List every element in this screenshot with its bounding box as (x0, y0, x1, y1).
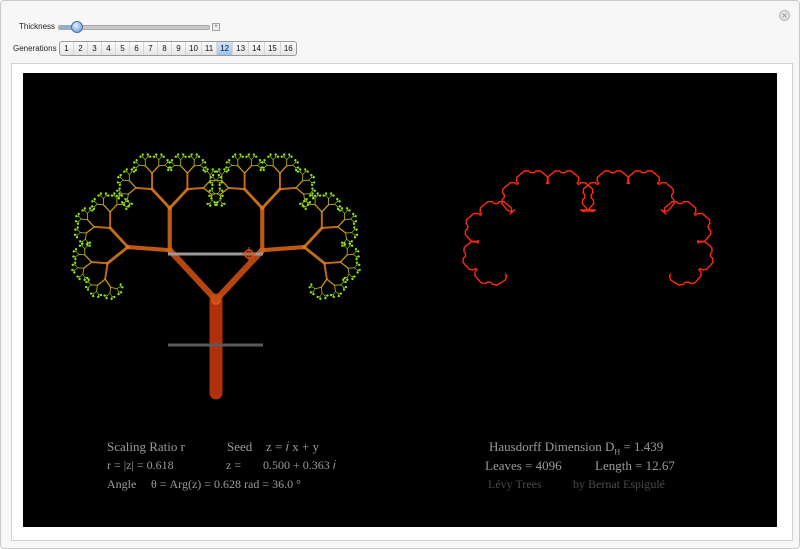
demo-author: by Bernat Espigulé (573, 477, 665, 491)
thickness-slider-handle[interactable] (71, 21, 83, 33)
generation-option[interactable]: 10 (186, 42, 202, 55)
curve-length: Length = 12.67 (595, 458, 675, 473)
generation-option[interactable]: 11 (202, 42, 218, 55)
z-value: 0.500 + 0.363 𝑖 (263, 458, 336, 472)
generation-option[interactable]: 14 (249, 42, 265, 55)
graphics-canvas: Scaling Ratio r Seed z = 𝑖 x + y r = |z|… (23, 73, 777, 527)
z-label: z = (226, 458, 242, 472)
generation-option[interactable]: 3 (88, 42, 102, 55)
angle-value: θ = Arg(z) = 0.628 rad = 36.0 ° (151, 477, 301, 491)
generation-option[interactable]: 7 (144, 42, 158, 55)
demo-title: Lévy Trees (488, 477, 542, 491)
levy-tree-graphic (71, 153, 361, 400)
r-value: r = |z| = 0.618 (107, 458, 174, 472)
generation-option[interactable]: 15 (265, 42, 281, 55)
slider-expand-icon[interactable]: + (212, 23, 220, 31)
generation-option[interactable]: 8 (158, 42, 172, 55)
scaling-ratio-heading: Scaling Ratio r (107, 439, 185, 454)
seed-formula: z = 𝑖 x + y (266, 439, 320, 454)
generations-label: Generations (13, 44, 57, 53)
generation-option[interactable]: 9 (172, 42, 186, 55)
thickness-label: Thickness (19, 22, 56, 31)
hausdorff-dimension: Hausdorff Dimension DH = 1.439 (489, 439, 664, 457)
close-icon[interactable]: × (779, 10, 790, 21)
generation-option[interactable]: 6 (130, 42, 144, 55)
generation-option[interactable]: 12 (217, 42, 234, 55)
generation-option[interactable]: 4 (102, 42, 116, 55)
generation-option[interactable]: 5 (116, 42, 130, 55)
generation-option[interactable]: 13 (233, 42, 250, 55)
generation-option[interactable]: 1 (60, 42, 74, 55)
angle-label: Angle (107, 477, 137, 491)
levy-curve-graphic (462, 170, 714, 286)
generation-option[interactable]: 2 (74, 42, 88, 55)
seed-heading: Seed (227, 439, 253, 454)
generation-option[interactable]: 16 (281, 42, 296, 55)
generations-setter-bar: 1 2 3 4 5 6 7 8 9 10 11 12 13 14 15 16 (59, 41, 297, 56)
leaves-count: Leaves = 4096 (485, 458, 562, 473)
